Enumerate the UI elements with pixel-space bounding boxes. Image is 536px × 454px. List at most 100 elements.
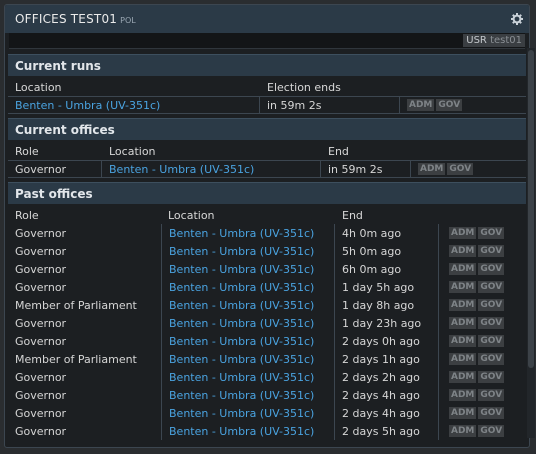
location-link[interactable]: Benten - Umbra (UV-351c) [169, 407, 314, 420]
past-office-location[interactable]: Benten - Umbra (UV-351c) [161, 242, 335, 260]
gov-button[interactable]: GOV [478, 299, 505, 311]
past-office-end: 2 days 4h ago [335, 386, 439, 404]
gov-button[interactable]: GOV [478, 245, 505, 257]
past-office-end: 6h 0m ago [335, 260, 439, 278]
adm-button[interactable]: ADM [449, 299, 477, 311]
current-office-end: in 59m 2s [321, 161, 411, 177]
past-office-location[interactable]: Benten - Umbra (UV-351c) [161, 260, 335, 278]
past-office-end: 2 days 4h ago [335, 404, 439, 422]
past-office-location[interactable]: Benten - Umbra (UV-351c) [161, 278, 335, 296]
past-offices-header-row: Role Location End [8, 204, 526, 224]
location-link[interactable]: Benten - Umbra (UV-351c) [169, 353, 314, 366]
past-office-location[interactable]: Benten - Umbra (UV-351c) [161, 332, 335, 350]
adm-button[interactable]: ADM [449, 317, 477, 329]
adm-button[interactable]: ADM [449, 227, 477, 239]
past-office-end: 1 day 5h ago [335, 278, 439, 296]
adm-button[interactable]: ADM [449, 245, 477, 257]
location-link[interactable]: Benten - Umbra (UV-351c) [169, 425, 314, 438]
row-actions: ADM GOV [439, 296, 511, 314]
past-office-row: Governor Benten - Umbra (UV-351c) 2 days 4… [8, 404, 526, 422]
col-election-ends: Election ends [267, 81, 341, 94]
gov-button[interactable]: GOV [478, 371, 505, 383]
adm-button[interactable]: ADM [418, 163, 446, 175]
location-link[interactable]: Benten - Umbra (UV-351c) [169, 245, 314, 258]
row-actions: ADM GOV [439, 386, 511, 404]
gov-button[interactable]: GOV [478, 353, 505, 365]
past-office-location[interactable]: Benten - Umbra (UV-351c) [161, 224, 335, 242]
past-office-role: Governor [15, 370, 67, 384]
window-tag: POL [120, 16, 136, 25]
user-label: USR [466, 35, 487, 46]
window-titlebar[interactable]: OFFICES TEST01 POL [5, 5, 529, 33]
past-office-role: Governor [15, 262, 67, 276]
current-run-location[interactable]: Benten - Umbra (UV-351c) [8, 97, 260, 113]
gov-button[interactable]: GOV [478, 389, 505, 401]
past-office-location[interactable]: Benten - Umbra (UV-351c) [161, 386, 335, 404]
adm-button[interactable]: ADM [407, 99, 435, 111]
section-current-runs-header: Current runs [8, 54, 526, 76]
location-link[interactable]: Benten - Umbra (UV-351c) [169, 299, 314, 312]
past-office-location[interactable]: Benten - Umbra (UV-351c) [161, 314, 335, 332]
scrollbar-thumb[interactable] [528, 50, 534, 368]
past-office-row: Member of Parliament Benten - Umbra (UV-3… [8, 296, 526, 314]
past-office-row: Governor Benten - Umbra (UV-351c) 6h 0m ag… [8, 260, 526, 278]
row-actions: ADM GOV [439, 350, 511, 368]
current-run-ends: in 59m 2s [260, 97, 400, 113]
location-link[interactable]: Benten - Umbra (UV-351c) [109, 163, 254, 176]
past-office-location[interactable]: Benten - Umbra (UV-351c) [161, 422, 335, 440]
current-office-location[interactable]: Benten - Umbra (UV-351c) [102, 161, 321, 177]
adm-button[interactable]: ADM [449, 353, 477, 365]
user-bar: USR test01 [9, 33, 525, 49]
past-office-role: Member of Parliament [15, 298, 137, 312]
row-actions: ADM GOV [439, 260, 511, 278]
col-location: Location [168, 209, 215, 222]
location-link[interactable]: Benten - Umbra (UV-351c) [169, 371, 314, 384]
location-link[interactable]: Benten - Umbra (UV-351c) [169, 227, 314, 240]
gov-button[interactable]: GOV [478, 407, 505, 419]
past-office-location[interactable]: Benten - Umbra (UV-351c) [161, 368, 335, 386]
past-office-role: Governor [15, 316, 67, 330]
gov-button[interactable]: GOV [447, 163, 474, 175]
adm-button[interactable]: ADM [449, 389, 477, 401]
adm-button[interactable]: ADM [449, 407, 477, 419]
past-office-row: Governor Benten - Umbra (UV-351c) 5h 0m ag… [8, 242, 526, 260]
past-office-end: 1 day 8h ago [335, 296, 439, 314]
past-office-row: Governor Benten - Umbra (UV-351c) 4h 0m ag… [8, 224, 526, 242]
gov-button[interactable]: GOV [436, 99, 463, 111]
col-end: End [328, 145, 349, 158]
past-office-location[interactable]: Benten - Umbra (UV-351c) [161, 404, 335, 422]
adm-button[interactable]: ADM [449, 371, 477, 383]
location-link[interactable]: Benten - Umbra (UV-351c) [169, 389, 314, 402]
gov-button[interactable]: GOV [478, 263, 505, 275]
gear-icon[interactable] [511, 13, 523, 25]
location-link[interactable]: Benten - Umbra (UV-351c) [169, 335, 314, 348]
adm-button[interactable]: ADM [449, 281, 477, 293]
past-office-end: 2 days 2h ago [335, 368, 439, 386]
user-name: test01 [490, 35, 522, 46]
location-link[interactable]: Benten - Umbra (UV-351c) [169, 263, 314, 276]
row-actions: ADM GOV [411, 161, 511, 177]
past-office-location[interactable]: Benten - Umbra (UV-351c) [161, 296, 335, 314]
row-actions: ADM GOV [400, 97, 510, 113]
gov-button[interactable]: GOV [478, 317, 505, 329]
row-actions: ADM GOV [439, 422, 511, 440]
location-link[interactable]: Benten - Umbra (UV-351c) [15, 99, 160, 112]
past-office-end: 2 days 5h ago [335, 422, 439, 440]
adm-button[interactable]: ADM [449, 263, 477, 275]
user-badge[interactable]: USR test01 [463, 34, 525, 47]
gov-button[interactable]: GOV [478, 227, 505, 239]
content-area: Current runs Location Election ends Bent… [8, 54, 526, 452]
adm-button[interactable]: ADM [449, 335, 477, 347]
adm-button[interactable]: ADM [449, 425, 477, 437]
past-office-location[interactable]: Benten - Umbra (UV-351c) [161, 350, 335, 368]
current-office-role: Governor [8, 161, 102, 177]
location-link[interactable]: Benten - Umbra (UV-351c) [169, 317, 314, 330]
scrollbar[interactable] [527, 48, 535, 438]
past-office-end: 2 days 0h ago [335, 332, 439, 350]
gov-button[interactable]: GOV [478, 281, 505, 293]
location-link[interactable]: Benten - Umbra (UV-351c) [169, 281, 314, 294]
row-actions: ADM GOV [439, 242, 511, 260]
window-title: OFFICES TEST01 [15, 12, 118, 26]
gov-button[interactable]: GOV [478, 425, 505, 437]
gov-button[interactable]: GOV [478, 335, 505, 347]
